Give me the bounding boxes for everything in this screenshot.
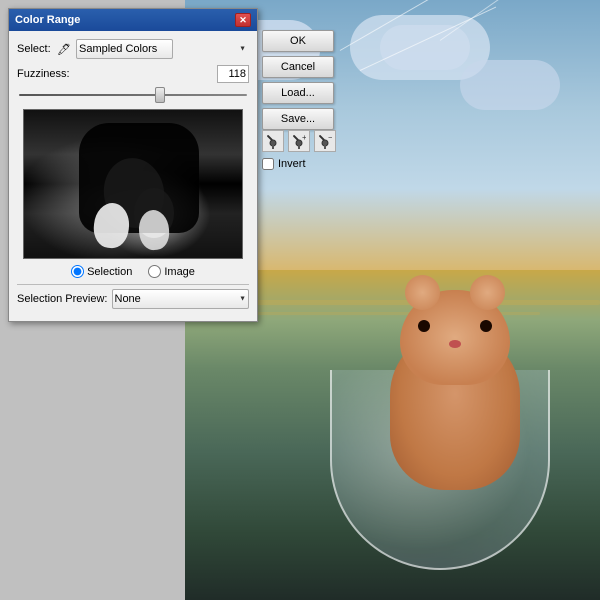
cancel-button[interactable]: Cancel — [262, 56, 334, 78]
fuzziness-label: Fuzziness: — [17, 68, 213, 80]
select-label: Select: — [17, 43, 52, 55]
dialog-body: Select: 🖊 Sampled Colors Fuzziness: — [9, 31, 257, 321]
fuzziness-slider-row — [17, 87, 249, 103]
color-range-dialog: Color Range ✕ Select: 🖊 Sampled Colors F… — [8, 8, 258, 322]
fuzziness-input[interactable] — [217, 65, 249, 83]
cloud-5 — [460, 60, 560, 110]
eyedropper-minus-tool[interactable]: − — [314, 130, 336, 152]
fuzziness-slider-track — [19, 87, 247, 103]
buttons-panel: OK Cancel Load... Save... — [262, 30, 334, 130]
image-radio[interactable] — [148, 265, 161, 278]
invert-label: Invert — [278, 158, 306, 170]
selection-radio-item[interactable]: Selection — [71, 265, 132, 278]
preview-dropdown[interactable]: None Grayscale Black Matte White Matte Q… — [112, 289, 250, 309]
fuzziness-row: Fuzziness: — [17, 65, 249, 83]
dialog-title: Color Range — [15, 14, 80, 26]
hamster-head — [400, 290, 510, 385]
preview-row: Selection Preview: None Grayscale Black … — [17, 289, 249, 309]
eyedropper-tools-row: + − — [262, 130, 336, 152]
image-radio-item[interactable]: Image — [148, 265, 195, 278]
select-row: Select: 🖊 Sampled Colors — [17, 39, 249, 59]
image-radio-label: Image — [164, 266, 195, 278]
ok-button[interactable]: OK — [262, 30, 334, 52]
svg-text:−: − — [328, 133, 332, 142]
hamster-area — [300, 250, 580, 570]
slider-line — [19, 94, 247, 96]
hamster-eye-right — [480, 320, 492, 332]
hamster-nose — [449, 340, 461, 348]
dialog-titlebar: Color Range ✕ — [9, 9, 257, 31]
eyedropper-small-icon: 🖊 — [56, 41, 72, 57]
select-dropdown[interactable]: Sampled Colors — [76, 39, 173, 59]
close-button[interactable]: ✕ — [235, 13, 251, 27]
invert-row: Invert — [262, 158, 306, 170]
eyedropper-tool[interactable] — [262, 130, 284, 152]
divider — [17, 284, 249, 285]
radio-row: Selection Image — [17, 265, 249, 278]
hamster-ear-right — [470, 275, 505, 310]
eyedropper-plus-tool[interactable]: + — [288, 130, 310, 152]
fuzziness-slider-thumb[interactable] — [155, 87, 165, 103]
selection-radio-label: Selection — [87, 266, 132, 278]
cloud-4 — [380, 25, 470, 70]
save-button[interactable]: Save... — [262, 108, 334, 130]
select-dropdown-wrapper: Sampled Colors — [76, 39, 249, 59]
preview-canvas — [23, 109, 243, 259]
load-button[interactable]: Load... — [262, 82, 334, 104]
selection-radio[interactable] — [71, 265, 84, 278]
hamster-ear-left — [405, 275, 440, 310]
selection-preview-label: Selection Preview: — [17, 293, 108, 305]
svg-text:+: + — [302, 133, 306, 142]
preview-dropdown-wrapper: None Grayscale Black Matte White Matte Q… — [112, 289, 250, 309]
hamster-eye-left — [418, 320, 430, 332]
invert-checkbox[interactable] — [262, 158, 274, 170]
hamster — [380, 290, 530, 490]
